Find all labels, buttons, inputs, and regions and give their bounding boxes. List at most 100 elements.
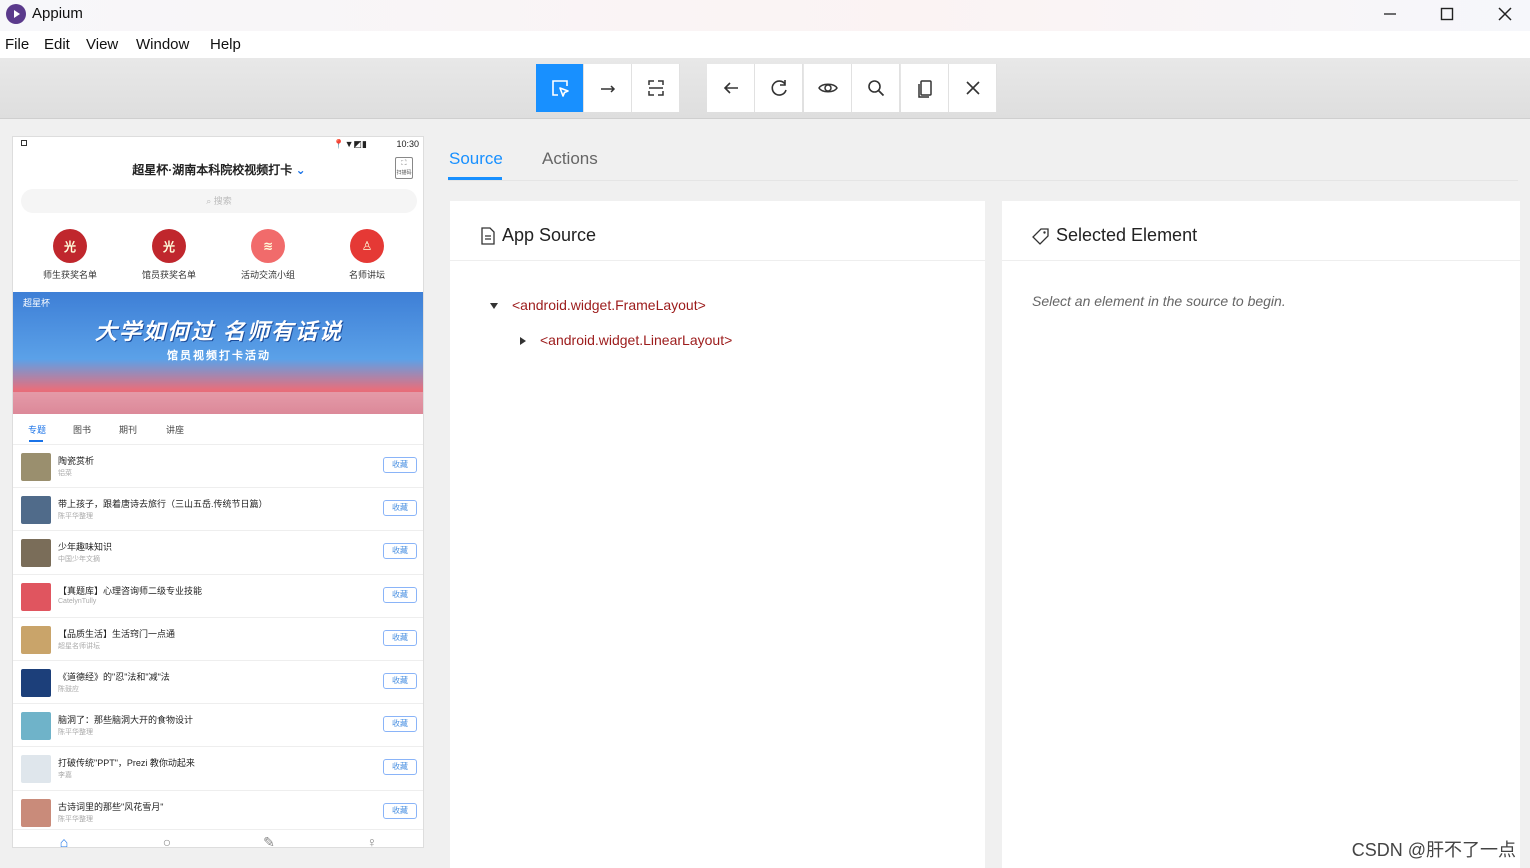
device-screenshot[interactable]: 📍▼◩▮ 10:30 超星杯·湖南本科院校视频打卡 ⌄ ⛶ 扫描码 ⌕ 搜索 光 … [12, 136, 424, 848]
list-item[interactable]: 【真题库】心理咨询师二级专业技能 CatelynTully 收藏 [13, 573, 423, 617]
list-item[interactable]: 脑洞了：那些脑洞大开的食物设计 陈平华整理 收藏 [13, 703, 423, 746]
tab-indicator [448, 177, 502, 180]
menu-file[interactable]: File [5, 36, 29, 53]
menu-window[interactable]: Window [136, 36, 189, 53]
favorite-button[interactable]: 收藏 [383, 543, 417, 560]
selected-element-hint: Select an element in the source to begin… [1032, 293, 1286, 309]
menu-view[interactable]: View [86, 36, 118, 53]
favorite-button[interactable]: 收藏 [383, 802, 417, 819]
thumbnail [21, 453, 51, 481]
search-button[interactable] [852, 64, 900, 112]
tree-node-linearlayout[interactable]: <android.widget.LinearLayout> [520, 332, 732, 348]
list-item[interactable]: 《道德经》的"忍"法和"减"法 陈鼓应 收藏 [13, 659, 423, 703]
title-bar: Appium [0, 0, 1530, 31]
app-source-header: App Source [450, 201, 985, 261]
arrow-right-icon [600, 85, 615, 93]
chevron-down-icon: ⌄ [295, 163, 306, 177]
search-input[interactable]: ⌕ 搜索 [21, 189, 417, 213]
category-groups[interactable]: ≋ 活动交流小组 [228, 229, 308, 281]
favorite-button[interactable]: 收藏 [383, 457, 417, 473]
maximize-button[interactable] [1419, 0, 1475, 28]
selected-element-title: Selected Element [1056, 225, 1198, 245]
favorite-button[interactable]: 收藏 [383, 629, 417, 646]
favorite-button[interactable]: 收藏 [383, 672, 417, 689]
swipe-button[interactable] [584, 64, 632, 112]
list-item[interactable]: 陶瓷赏析 铝菜 收藏 [13, 444, 423, 487]
nav-messages[interactable]: ○消息 [147, 834, 187, 847]
status-icons: 📍▼◩▮ [333, 139, 367, 149]
close-window-button[interactable] [1477, 0, 1530, 28]
quit-session-button[interactable] [949, 64, 997, 112]
menu-edit[interactable]: Edit [44, 36, 70, 53]
award-seal-icon: 光 [53, 229, 87, 263]
toolbar [0, 58, 1530, 119]
thumbnail [21, 712, 51, 741]
nav-notes[interactable]: ✎笔记 [249, 834, 289, 848]
favorite-button[interactable]: 收藏 [383, 586, 417, 603]
scan-icon: ⛶ [401, 160, 407, 167]
app-source-panel: App Source <android.widget.FrameLayout> … [450, 201, 985, 868]
scan-button[interactable]: ⛶ 扫描码 [395, 157, 413, 179]
list-item[interactable]: 古诗词里的那些"风花雪月" 陈平华整理 收藏 [13, 789, 423, 833]
select-elements-button[interactable] [536, 64, 584, 112]
inspector-tabs: Source Actions [448, 119, 1518, 181]
thumbnail [21, 539, 51, 568]
user-icon: ♀ [366, 834, 378, 848]
nav-me[interactable]: ♀我 [352, 834, 392, 848]
thumbnail [21, 496, 51, 525]
thumbnail [21, 798, 51, 827]
refresh-button[interactable] [755, 64, 803, 112]
category-lectures[interactable]: ♙ 名师讲坛 [327, 229, 407, 281]
tab-actions[interactable]: Actions [542, 149, 598, 169]
list-item[interactable]: 少年趣味知识 中国少年文摘 收藏 [13, 530, 423, 573]
favorite-button[interactable]: 收藏 [383, 716, 417, 733]
tag-icon [1032, 227, 1049, 245]
note-icon: ✎ [263, 834, 275, 848]
list-item[interactable]: 打破传统"PPT"，Prezi 教你动起来 李嘉 收藏 [13, 746, 423, 789]
window-title: Appium [32, 5, 83, 22]
refresh-icon [771, 80, 787, 96]
tab-books[interactable]: 图书 [73, 423, 91, 436]
eye-icon [817, 83, 838, 93]
tab-source[interactable]: Source [449, 149, 503, 169]
selected-element-header: Selected Element [1002, 201, 1520, 261]
tree-node-framelayout[interactable]: <android.widget.FrameLayout> [490, 297, 706, 313]
notification-icon [21, 140, 27, 146]
inspector-content: 📍▼◩▮ 10:30 超星杯·湖南本科院校视频打卡 ⌄ ⛶ 扫描码 ⌕ 搜索 光 … [0, 119, 1530, 868]
tab-indicator [29, 440, 43, 442]
list-item[interactable]: 【品质生活】生活窍门一点通 超星名师讲坛 收藏 [13, 616, 423, 660]
caret-right-icon[interactable] [520, 337, 526, 346]
back-button[interactable] [707, 64, 755, 112]
list-item[interactable]: 带上孩子，跟着唐诗去旅行（三山五岳.传统节日篇） 陈平华整理 收藏 [13, 487, 423, 530]
award-seal-icon: 光 [152, 229, 186, 263]
toggle-visibility-button[interactable] [804, 64, 852, 112]
app-title[interactable]: 超星杯·湖南本科院校视频打卡 ⌄ [13, 161, 423, 178]
promo-banner[interactable]: 超星杯 大学如何过 名师有话说 馆员视频打卡活动 [13, 292, 423, 414]
close-icon [1498, 7, 1512, 21]
bottom-navigation: ⌂首页 ○消息 ✎笔记 ♀我 [13, 829, 423, 848]
favorite-button[interactable]: 收藏 [383, 759, 417, 776]
category-award-librarians[interactable]: 光 馆员获奖名单 [129, 229, 209, 281]
content-tabs: 专题 图书 期刊 讲座 [13, 421, 423, 443]
appium-window: Appium File Edit View Window Help 📍▼◩▮ 1… [0, 0, 1530, 868]
watermark: CSDN @肝不了一点 [1351, 840, 1516, 860]
menu-help[interactable]: Help [210, 36, 241, 53]
nav-home[interactable]: ⌂首页 [44, 834, 84, 847]
tab-topics[interactable]: 专题 [28, 423, 46, 436]
close-icon [965, 81, 980, 95]
wave-icon: ≋ [251, 229, 285, 263]
thumbnail [21, 625, 51, 654]
file-icon [481, 226, 495, 245]
copy-xml-button[interactable] [901, 64, 949, 112]
copy-icon [917, 80, 932, 98]
thumbnail [21, 668, 51, 697]
tab-lectures[interactable]: 讲座 [166, 423, 184, 436]
minimize-button[interactable] [1362, 0, 1418, 28]
favorite-button[interactable]: 收藏 [383, 500, 417, 517]
category-award-teachers[interactable]: 光 师生获奖名单 [30, 229, 110, 281]
tap-area-button[interactable] [632, 64, 680, 112]
tab-journals[interactable]: 期刊 [119, 423, 137, 436]
caret-down-icon[interactable] [490, 303, 498, 310]
maximize-icon [1440, 7, 1454, 21]
thumbnail [21, 755, 51, 784]
